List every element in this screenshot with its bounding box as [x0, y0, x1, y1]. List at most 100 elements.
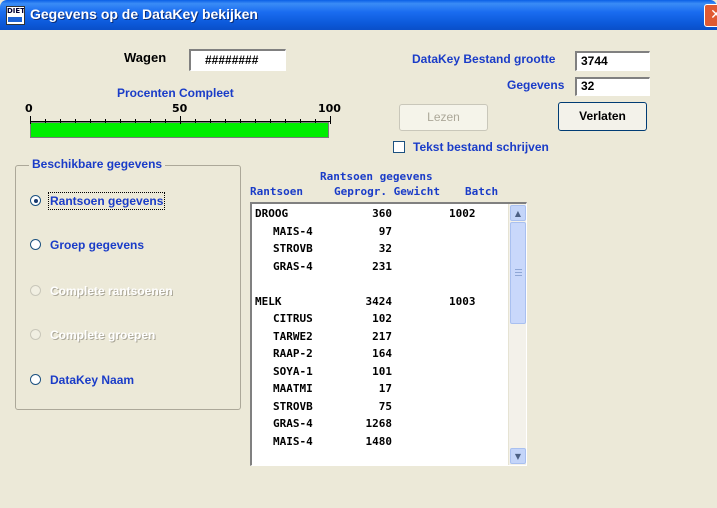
- ration-name-cell: GRAS-4: [273, 259, 313, 273]
- ration-row[interactable]: MELK 3424 1003: [252, 293, 508, 310]
- close-icon: ✕: [710, 7, 717, 23]
- ruler-tick: [330, 116, 331, 124]
- ruler-tick: [195, 119, 196, 123]
- ruler-tick: [270, 119, 271, 123]
- ration-weight-cell: 75: [378, 399, 392, 413]
- ration-list-title: Rantsoen gegevens: [320, 170, 433, 183]
- ration-name-cell: STROVB: [273, 242, 313, 255]
- scroll-down-button[interactable]: ▼: [510, 448, 526, 464]
- radio-label-datakey-naam[interactable]: DataKey Naam: [50, 373, 134, 387]
- ruler-tick: [225, 119, 226, 123]
- ruler-tick: [285, 119, 286, 123]
- ration-row[interactable]: GRAS-4 1268: [252, 415, 508, 432]
- ration-row[interactable]: MAIS-4 1480: [252, 433, 508, 450]
- ration-weight-cell: 101: [372, 364, 392, 378]
- progress-scale-start: 0: [25, 102, 33, 115]
- ruler-tick: [255, 119, 256, 123]
- ration-row[interactable]: SOYA-1 101: [252, 363, 508, 380]
- radio-label-groep-gegevens[interactable]: Groep gegevens: [50, 238, 144, 252]
- ruler-tick: [105, 119, 106, 123]
- ration-row[interactable]: GRAS-4 231: [252, 258, 508, 275]
- ration-row[interactable]: CITRUS 102: [252, 310, 508, 327]
- scroll-up-button[interactable]: ▲: [510, 205, 526, 221]
- ration-name-cell: CITRUS: [273, 312, 313, 325]
- app-icon: DIET: [6, 6, 25, 25]
- ration-weight-cell: 32: [378, 242, 392, 255]
- lezen-button[interactable]: Lezen: [399, 104, 488, 131]
- ruler-tick: [60, 119, 61, 123]
- verlaten-button[interactable]: Verlaten: [558, 102, 647, 131]
- ruler-tick: [120, 119, 121, 123]
- ruler-tick: [75, 119, 76, 123]
- ration-weight-cell: 17: [378, 382, 392, 395]
- ruler-tick: [315, 119, 316, 123]
- available-data-title: Beschikbare gegevens: [29, 157, 166, 171]
- ruler-tick: [150, 119, 151, 123]
- scroll-thumb-grip: [515, 272, 522, 273]
- ration-name-cell: MAATMI: [273, 382, 313, 395]
- scroll-thumb-grip: [515, 269, 522, 270]
- progress-scale-mid: 50: [172, 102, 188, 115]
- ration-name-cell: STROVB: [273, 399, 313, 413]
- gegevens-count-label: Gegevens: [507, 78, 565, 92]
- radio-complete-rantsoenen: [30, 285, 41, 296]
- app-icon-bar: [8, 17, 22, 22]
- chevron-down-icon: ▼: [514, 452, 522, 461]
- tekst-bestand-label[interactable]: Tekst bestand schrijven: [413, 140, 549, 154]
- radio-rantsoen-gegevens[interactable]: [30, 195, 41, 206]
- ration-row[interactable]: MAIS-4 97: [252, 223, 508, 240]
- chevron-up-icon: ▲: [514, 209, 522, 218]
- title-bar[interactable]: DIET Gegevens op de DataKey bekijken ✕: [0, 0, 717, 30]
- radio-selected-dot: [34, 199, 38, 203]
- ration-row[interactable]: STROVB 75: [252, 398, 508, 415]
- ruler-tick: [90, 119, 91, 123]
- ruler-tick: [210, 119, 211, 123]
- wagen-field[interactable]: ########: [189, 49, 286, 71]
- progress-track: [30, 122, 329, 138]
- ruler-tick: [165, 119, 166, 123]
- ration-weight-cell: 164: [372, 347, 392, 360]
- ruler-tick: [45, 119, 46, 123]
- ration-listbox[interactable]: DROOG 360 1002 MAIS-4 97 STROVB 32 GRAS-4 231 MEL…: [250, 202, 527, 466]
- radio-label-rantsoen-gegevens[interactable]: Rantsoen gegevens: [47, 192, 166, 210]
- ration-row[interactable]: MAATMI 17: [252, 380, 508, 397]
- ruler-tick: [300, 119, 301, 123]
- ration-name-cell: MAIS-4: [273, 434, 313, 448]
- ration-row[interactable]: TARWE2 217: [252, 328, 508, 345]
- tekst-bestand-checkbox[interactable]: [393, 141, 405, 153]
- ration-row[interactable]: DROOG 360 1002: [252, 205, 508, 222]
- ration-row[interactable]: RAAP-2 164: [252, 345, 508, 362]
- progress-scale-end: 100: [318, 102, 341, 115]
- ration-weight-cell: 97: [378, 224, 392, 238]
- gegevens-count-field[interactable]: 32: [575, 77, 650, 96]
- ration-weight-cell: 3424: [365, 294, 393, 308]
- ration-name-cell: TARWE2: [273, 329, 313, 343]
- datakey-size-label: DataKey Bestand grootte: [412, 52, 556, 66]
- radio-label-complete-groepen: Complete groepen: [50, 328, 156, 342]
- close-button[interactable]: ✕: [704, 4, 717, 27]
- window-title: Gegevens op de DataKey bekijken: [30, 6, 258, 22]
- column-header-gewicht: Geprogr. Gewicht: [334, 185, 440, 198]
- ration-weight-cell: 360: [372, 207, 392, 220]
- column-header-batch: Batch: [465, 185, 499, 198]
- ration-row[interactable]: STROVB 32: [252, 240, 508, 257]
- ration-weight-cell: 231: [372, 259, 392, 273]
- scroll-thumb-grip: [515, 275, 522, 276]
- ration-name-cell: MAIS-4: [273, 224, 313, 238]
- listbox-scrollbar[interactable]: ▲ ▼: [508, 204, 526, 465]
- scroll-thumb[interactable]: [510, 222, 526, 324]
- ration-weight-cell: 102: [372, 312, 392, 325]
- ration-weight-cell: 217: [372, 329, 392, 343]
- ration-name-cell: RAAP-2: [273, 347, 313, 360]
- radio-datakey-naam[interactable]: [30, 374, 41, 385]
- ration-batch-cell: 1002: [449, 207, 476, 220]
- ration-row[interactable]: [252, 275, 508, 292]
- ration-name-cell: DROOG: [255, 207, 289, 220]
- main-window: DIET Gegevens op de DataKey bekijken ✕ W…: [0, 0, 717, 508]
- ruler-tick: [180, 116, 181, 124]
- progress-label: Procenten Compleet: [117, 86, 234, 100]
- column-header-rantsoen: Rantsoen: [250, 185, 303, 198]
- radio-groep-gegevens[interactable]: [30, 239, 41, 250]
- datakey-size-field[interactable]: 3744: [575, 51, 650, 71]
- ration-weight-cell: 1268: [365, 417, 393, 430]
